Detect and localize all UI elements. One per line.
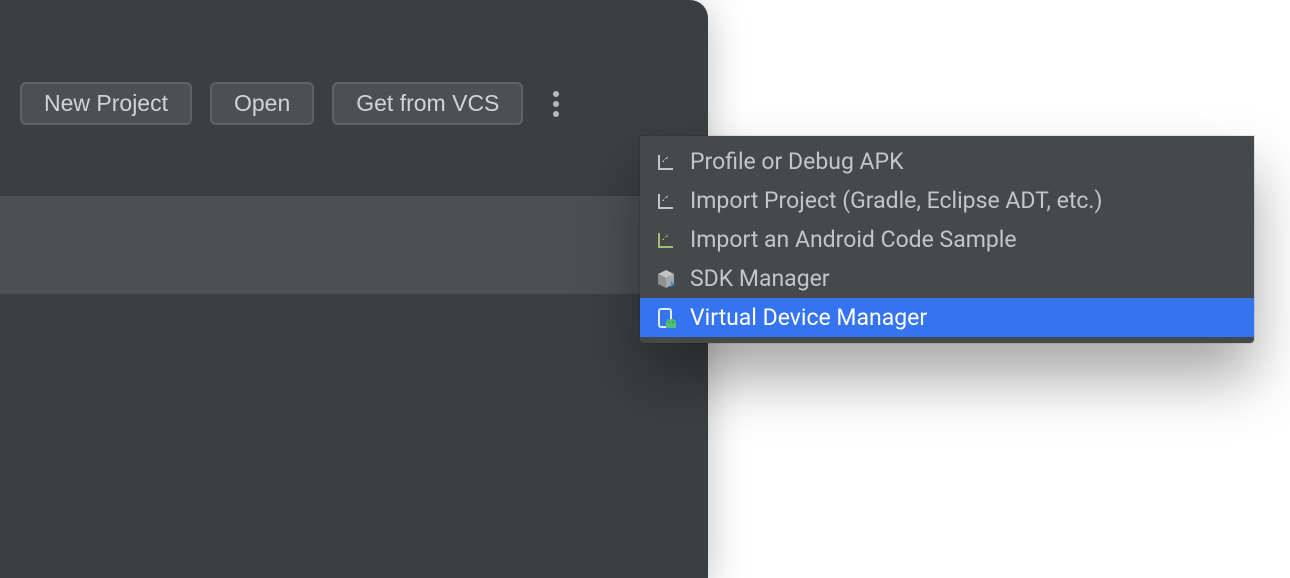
menu-item-label: Import Project (Gradle, Eclipse ADT, etc… — [690, 187, 1103, 214]
import-android-icon — [654, 228, 678, 252]
projects-panel — [0, 196, 708, 294]
menu-item-virtual-device-manager[interactable]: Virtual Device Manager — [640, 298, 1254, 337]
import-icon — [654, 150, 678, 174]
welcome-window: New Project Open Get from VCS — [0, 0, 708, 578]
menu-item-label: Virtual Device Manager — [690, 304, 927, 331]
menu-item-label: Profile or Debug APK — [690, 148, 904, 175]
menu-item-import-project[interactable]: Import Project (Gradle, Eclipse ADT, etc… — [640, 181, 1254, 220]
avd-phone-icon — [654, 306, 678, 330]
more-actions-button[interactable] — [549, 93, 563, 115]
open-button[interactable]: Open — [210, 82, 314, 125]
more-vertical-icon — [553, 101, 559, 107]
more-actions-menu: Profile or Debug APK Import Project (Gra… — [640, 136, 1254, 343]
menu-item-profile-debug-apk[interactable]: Profile or Debug APK — [640, 142, 1254, 181]
get-from-vcs-button[interactable]: Get from VCS — [332, 82, 523, 125]
welcome-toolbar: New Project Open Get from VCS — [0, 60, 708, 147]
sdk-box-icon — [654, 267, 678, 291]
menu-item-label: SDK Manager — [690, 265, 830, 292]
menu-item-sdk-manager[interactable]: SDK Manager — [640, 259, 1254, 298]
menu-item-import-android-sample[interactable]: Import an Android Code Sample — [640, 220, 1254, 259]
new-project-button[interactable]: New Project — [20, 82, 192, 125]
titlebar-spacer — [0, 0, 708, 60]
menu-item-label: Import an Android Code Sample — [690, 226, 1017, 253]
import-icon — [654, 189, 678, 213]
